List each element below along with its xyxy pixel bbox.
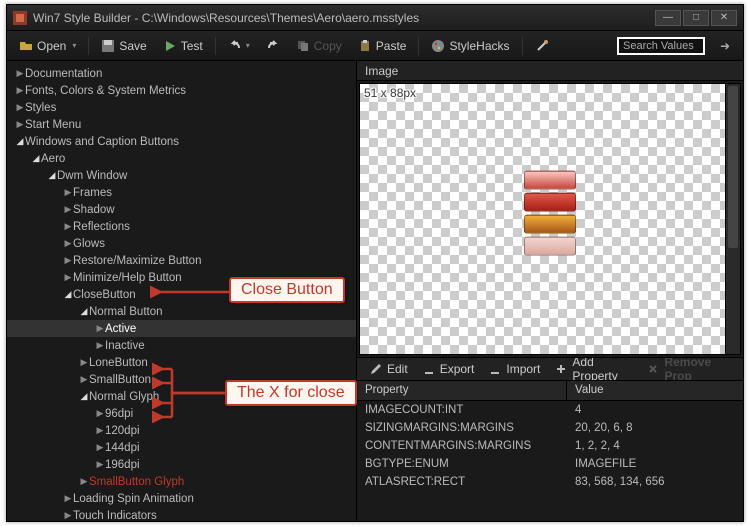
wand-icon — [535, 39, 549, 53]
tree-fonts[interactable]: ▶Fonts, Colors & System Metrics — [7, 82, 356, 99]
property-name: CONTENTMARGINS:MARGINS — [357, 439, 567, 453]
image-dimensions: 51 x 88px — [364, 86, 416, 100]
tree-144dpi[interactable]: ▶144dpi — [7, 439, 356, 456]
palette-icon — [431, 39, 445, 53]
property-name: SIZINGMARGINS:MARGINS — [357, 421, 567, 435]
import-icon — [488, 362, 502, 376]
prop-edit-button[interactable]: Edit — [363, 360, 414, 378]
property-row[interactable]: CONTENTMARGINS:MARGINS1, 2, 2, 4 — [357, 437, 743, 455]
undo-icon — [228, 39, 242, 53]
tree-aero[interactable]: ◢Aero — [7, 150, 356, 167]
content-area: ▶Documentation ▶Fonts, Colors & System M… — [7, 61, 743, 521]
callout-closebutton: Close Button — [229, 277, 345, 303]
pencil-icon — [369, 362, 383, 376]
property-name: IMAGECOUNT:INT — [357, 403, 567, 417]
minimize-button[interactable]: — — [655, 10, 681, 26]
undo-button[interactable]: ▾ — [222, 36, 256, 56]
property-row[interactable]: IMAGECOUNT:INT4 — [357, 401, 743, 419]
test-button[interactable]: Test — [157, 36, 209, 56]
stylehacks-button[interactable]: StyleHacks — [425, 36, 515, 56]
property-value: 20, 20, 6, 8 — [567, 421, 641, 435]
tree-touch[interactable]: ▶Touch Indicators — [7, 507, 356, 521]
save-icon — [101, 39, 115, 53]
property-value: 1, 2, 2, 4 — [567, 439, 628, 453]
main-toolbar: Open▾ Save Test ▾ Copy Paste StyleHacks … — [7, 31, 743, 61]
callout-arrow-icon — [152, 363, 226, 423]
app-icon — [13, 11, 27, 25]
copy-button[interactable]: Copy — [290, 36, 348, 56]
tree-frames[interactable]: ▶Frames — [7, 184, 356, 201]
image-sprite — [524, 171, 576, 259]
paste-button[interactable]: Paste — [352, 36, 413, 56]
property-table[interactable]: Property Value IMAGECOUNT:INT4SIZINGMARG… — [357, 381, 743, 521]
tree-wcb[interactable]: ◢Windows and Caption Buttons — [7, 133, 356, 150]
paste-icon — [358, 39, 372, 53]
tree-reflections[interactable]: ▶Reflections — [7, 218, 356, 235]
scrollbar-vertical[interactable] — [725, 84, 740, 354]
tree-active[interactable]: ▶Active — [7, 320, 356, 337]
property-row[interactable]: SIZINGMARGINS:MARGINS20, 20, 6, 8 — [357, 419, 743, 437]
redo-button[interactable] — [260, 36, 286, 56]
tree-dwmwindow[interactable]: ◢Dwm Window — [7, 167, 356, 184]
maximize-button[interactable]: □ — [683, 10, 709, 26]
property-row[interactable]: ATLASRECT:RECT83, 568, 134, 656 — [357, 473, 743, 491]
search-input[interactable]: Search Values — [617, 37, 705, 55]
save-button[interactable]: Save — [95, 36, 152, 56]
tree-shadow[interactable]: ▶Shadow — [7, 201, 356, 218]
tree-restoremax[interactable]: ▶Restore/Maximize Button — [7, 252, 356, 269]
open-button[interactable]: Open▾ — [13, 36, 82, 56]
redo-icon — [266, 39, 280, 53]
col-property[interactable]: Property — [357, 381, 567, 400]
folder-icon — [19, 39, 33, 53]
window-title: Win7 Style Builder - C:\Windows\Resource… — [33, 11, 419, 25]
prop-add-button[interactable]: Add Property — [548, 357, 638, 381]
property-name: ATLASRECT:RECT — [357, 475, 567, 489]
app-window: Win7 Style Builder - C:\Windows\Resource… — [6, 4, 744, 522]
property-name: BGTYPE:ENUM — [357, 457, 567, 471]
property-table-header: Property Value — [357, 381, 743, 401]
close-button[interactable]: ✕ — [711, 10, 737, 26]
prop-export-button[interactable]: Export — [416, 360, 481, 378]
tree-documentation[interactable]: ▶Documentation — [7, 65, 356, 82]
tree-startmenu[interactable]: ▶Start Menu — [7, 116, 356, 133]
titlebar[interactable]: Win7 Style Builder - C:\Windows\Resource… — [7, 5, 743, 31]
tree-120dpi[interactable]: ▶120dpi — [7, 422, 356, 439]
tree-glows[interactable]: ▶Glows — [7, 235, 356, 252]
property-row[interactable]: BGTYPE:ENUMIMAGEFILE — [357, 455, 743, 473]
remove-icon — [646, 362, 660, 376]
image-header: Image — [357, 61, 743, 81]
tree-normalbutton[interactable]: ◢Normal Button — [7, 303, 356, 320]
tree-loadingspin[interactable]: ▶Loading Spin Animation — [7, 490, 356, 507]
property-value: 4 — [567, 403, 589, 417]
play-icon — [163, 39, 177, 53]
property-toolbar: Edit Export Import Add Property Remove P… — [357, 357, 743, 381]
prop-import-button[interactable]: Import — [482, 360, 546, 378]
search-go-button[interactable]: ➜ — [713, 37, 737, 55]
add-icon — [554, 362, 568, 376]
col-value[interactable]: Value — [567, 381, 612, 400]
property-value: 83, 568, 134, 656 — [567, 475, 673, 489]
wand-button[interactable] — [529, 36, 555, 56]
copy-icon — [296, 39, 310, 53]
tree-styles[interactable]: ▶Styles — [7, 99, 356, 116]
callout-xforclose: The X for close — [225, 380, 357, 406]
property-value: IMAGEFILE — [567, 457, 644, 471]
image-preview[interactable]: 51 x 88px — [359, 83, 741, 355]
export-icon — [422, 362, 436, 376]
tree-196dpi[interactable]: ▶196dpi — [7, 456, 356, 473]
right-pane: Image 51 x 88px Edit Export Import Add P… — [357, 61, 743, 521]
prop-remove-button[interactable]: Remove Prop — [640, 357, 737, 381]
tree-inactive[interactable]: ▶Inactive — [7, 337, 356, 354]
tree-smallbuttonglyph[interactable]: ▶SmallButton Glyph — [7, 473, 356, 490]
callout-arrow-icon — [150, 285, 230, 299]
